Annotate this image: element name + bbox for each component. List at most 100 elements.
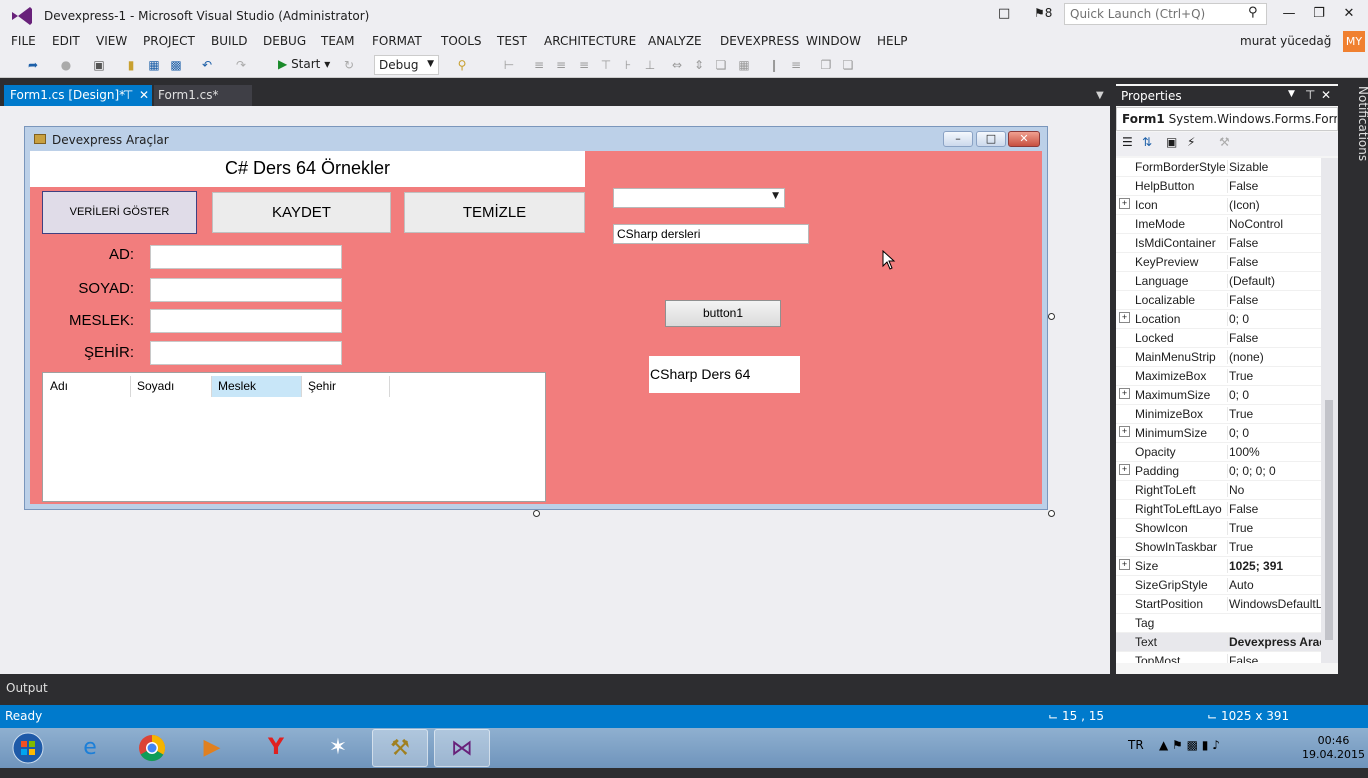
tray-expand-icon[interactable]: ▲ [1159,738,1168,752]
menu-edit[interactable]: EDIT [52,34,80,48]
menu-help[interactable]: HELP [877,34,908,48]
save-all-icon[interactable]: ▩ [167,56,185,74]
forward-icon[interactable]: ● [57,56,75,74]
property-value[interactable]: Devexpress Araç [1227,635,1321,649]
property-row[interactable]: SizeGripStyle Auto [1116,576,1321,595]
grid-column-header[interactable]: Adı [44,376,131,397]
same-size-icon[interactable]: ❏ [712,56,730,74]
refresh-icon[interactable]: ↻ [340,56,358,74]
menu-architecture[interactable]: ARCHITECTURE [544,34,636,48]
close-button[interactable]: ✕ [1332,3,1366,25]
undo-icon[interactable]: ↶ [198,56,216,74]
categorized-icon[interactable]: ☰ [1122,135,1133,149]
form-maximize-button[interactable]: □ [976,131,1006,147]
send-to-back-icon[interactable]: ❏ [839,56,857,74]
find-icon[interactable]: ⚲ [453,56,471,74]
size-to-grid-icon[interactable]: ▦ [735,56,753,74]
align-rights-icon[interactable]: ≡ [575,56,593,74]
start-menu-icon[interactable] [0,729,56,767]
property-value[interactable]: False [1227,293,1321,307]
property-row[interactable]: + MinimumSize 0; 0 [1116,424,1321,443]
clear-button[interactable]: TEMİZLE [404,192,585,233]
align-lefts-icon[interactable]: ≡ [530,56,548,74]
property-value[interactable]: (Default) [1227,274,1321,288]
align-middles-icon[interactable]: ⊦ [619,56,637,74]
start-button[interactable]: ▶ Start ▾ [278,57,330,71]
clock[interactable]: 00:46 19.04.2015 [1302,734,1365,762]
expand-icon[interactable]: + [1119,312,1130,323]
property-row[interactable]: HelpButton False [1116,177,1321,196]
property-row[interactable]: + Location 0; 0 [1116,310,1321,329]
menu-build[interactable]: BUILD [211,34,247,48]
property-row[interactable]: RightToLeft No [1116,481,1321,500]
property-value[interactable]: 0; 0; 0; 0 [1227,464,1321,478]
csharp-textbox[interactable]: CSharp dersleri [613,224,809,244]
network-icon[interactable]: ▩ [1187,738,1198,752]
tab-dropdown-icon[interactable]: ▼ [1096,90,1104,101]
button1[interactable]: button1 [665,300,781,327]
align-grid-icon[interactable]: ⊢ [500,56,518,74]
property-row[interactable]: Text Devexpress Araç [1116,633,1321,652]
open-file-icon[interactable]: ▮ [122,56,140,74]
property-value[interactable]: True [1227,540,1321,554]
expand-icon[interactable]: + [1119,464,1130,475]
grid-column-header[interactable]: Şehir [302,376,390,397]
notifications-tab[interactable]: Notifications [1340,86,1368,161]
property-row[interactable]: + Size 1025; 391 [1116,557,1321,576]
pin-icon[interactable]: ⊤ [123,88,133,102]
job-input[interactable] [150,309,342,333]
save-icon[interactable]: ▦ [145,56,163,74]
property-value[interactable]: Sizable [1227,160,1321,174]
volume-icon[interactable]: ♪ [1212,738,1220,752]
expand-icon[interactable]: + [1119,198,1130,209]
property-row[interactable]: TopMost False [1116,652,1321,663]
property-value[interactable]: (none) [1227,350,1321,364]
minimize-button[interactable]: — [1272,3,1306,25]
resize-handle[interactable] [533,510,540,517]
property-value[interactable]: True [1227,521,1321,535]
alphabetical-icon[interactable]: ⇅ [1142,135,1152,149]
grid-column-header[interactable]: Soyadı [131,376,212,397]
property-row[interactable]: ShowIcon True [1116,519,1321,538]
notification-icon[interactable]: □ [998,6,1010,21]
close-icon[interactable]: ✕ [1321,88,1331,102]
pin-icon[interactable]: ⊤ [1305,88,1315,102]
menu-project[interactable]: PROJECT [143,34,195,48]
resize-handle[interactable] [1048,313,1055,320]
horizontal-spacing-icon[interactable]: ❙ [765,56,783,74]
menu-team[interactable]: TEAM [321,34,354,48]
property-value[interactable]: No [1227,483,1321,497]
vertical-spacing-icon[interactable]: ≡ [787,56,805,74]
property-row[interactable]: + MaximumSize 0; 0 [1116,386,1321,405]
property-row[interactable]: Language (Default) [1116,272,1321,291]
menu-tools[interactable]: TOOLS [441,34,482,48]
property-row[interactable]: MaximizeBox True [1116,367,1321,386]
property-row[interactable]: Tag [1116,614,1321,633]
user-name[interactable]: murat yücedağ [1240,34,1331,48]
menu-analyze[interactable]: ANALYZE [648,34,702,48]
combo-box[interactable]: ▼ [613,188,785,208]
property-row[interactable]: MainMenuStrip (none) [1116,348,1321,367]
property-row[interactable]: KeyPreview False [1116,253,1321,272]
bring-to-front-icon[interactable]: ❐ [817,56,835,74]
align-centers-icon[interactable]: ≡ [552,56,570,74]
same-height-icon[interactable]: ⇕ [690,56,708,74]
property-value[interactable]: False [1227,179,1321,193]
property-value[interactable]: False [1227,236,1321,250]
back-icon[interactable]: ➦ [24,56,42,74]
property-row[interactable]: ImeMode NoControl [1116,215,1321,234]
property-value[interactable]: True [1227,407,1321,421]
city-input[interactable] [150,341,342,365]
property-value[interactable]: NoControl [1227,217,1321,231]
expand-icon[interactable]: + [1119,388,1130,399]
property-pages-icon[interactable]: ⚒ [1219,135,1230,149]
property-value[interactable]: False [1227,502,1321,516]
menu-view[interactable]: VIEW [96,34,127,48]
property-row[interactable]: RightToLeftLayo False [1116,500,1321,519]
property-row[interactable]: MinimizeBox True [1116,405,1321,424]
property-value[interactable]: True [1227,369,1321,383]
property-value[interactable]: 0; 0 [1227,388,1321,402]
language-indicator[interactable]: TR [1128,738,1144,752]
show-data-button[interactable]: VERİLERİ GÖSTER [42,191,197,234]
visual-studio-taskbar-icon[interactable]: ⋈ [434,729,490,767]
